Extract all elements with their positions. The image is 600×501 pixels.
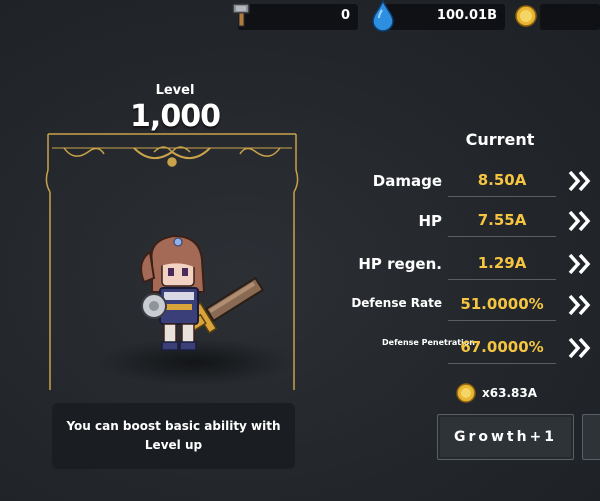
divider — [448, 236, 556, 237]
double-chevron-right-icon[interactable] — [567, 169, 593, 193]
double-chevron-right-icon[interactable] — [567, 252, 593, 276]
tip-text: You can boost basic ability with Level u… — [66, 419, 281, 452]
growth-cost: x63.83A — [456, 383, 537, 403]
stat-label: HP regen. — [358, 255, 442, 273]
stat-value: 1.29A — [477, 254, 527, 272]
next-button[interactable] — [582, 414, 600, 460]
stat-label: Defense Rate — [351, 296, 442, 310]
key-resource-bar: 0 — [238, 4, 358, 30]
blue-gem-icon — [372, 0, 394, 32]
tip-box: You can boost basic ability with Level u… — [52, 403, 295, 469]
stat-value: 51.0000% — [460, 295, 544, 313]
hero-character-sprite — [140, 234, 265, 351]
stat-label: Damage — [372, 172, 442, 190]
divider — [448, 320, 556, 321]
gold-coin-icon — [456, 383, 476, 403]
current-stats-title: Current — [465, 130, 535, 149]
stat-value: 8.50A — [477, 171, 527, 189]
hammer-key-icon — [232, 3, 250, 27]
growth-plus-one-button[interactable]: Growth+1 — [437, 414, 574, 460]
level-label: Level — [155, 83, 195, 98]
stat-value: 7.55A — [477, 211, 527, 229]
double-chevron-right-icon[interactable] — [567, 336, 593, 360]
cost-value: x63.83A — [482, 386, 537, 400]
stat-row-hp-regen: HP regen. 1.29A — [300, 245, 600, 285]
divider — [448, 363, 556, 364]
stat-value: 67.0000% — [460, 338, 544, 356]
stat-row-damage: Damage 8.50A — [300, 162, 600, 202]
stat-row-defense-rate: Defense Rate 51.0000% — [300, 286, 600, 326]
gem-resource-bar: 100.01B — [385, 4, 505, 30]
double-chevron-right-icon[interactable] — [567, 209, 593, 233]
stat-row-hp: HP 7.55A — [300, 202, 600, 242]
key-count: 0 — [340, 8, 350, 23]
gold-resource-bar — [540, 4, 600, 30]
divider — [448, 279, 556, 280]
divider — [448, 196, 556, 197]
gold-coin-icon — [515, 5, 537, 27]
gem-count: 100.01B — [436, 8, 497, 23]
stat-row-defense-penetration: Defense Penetration 67.0000% — [300, 329, 600, 369]
stat-label: Defense Penetration — [382, 338, 475, 347]
stat-label: HP — [418, 212, 442, 230]
double-chevron-right-icon[interactable] — [567, 293, 593, 317]
